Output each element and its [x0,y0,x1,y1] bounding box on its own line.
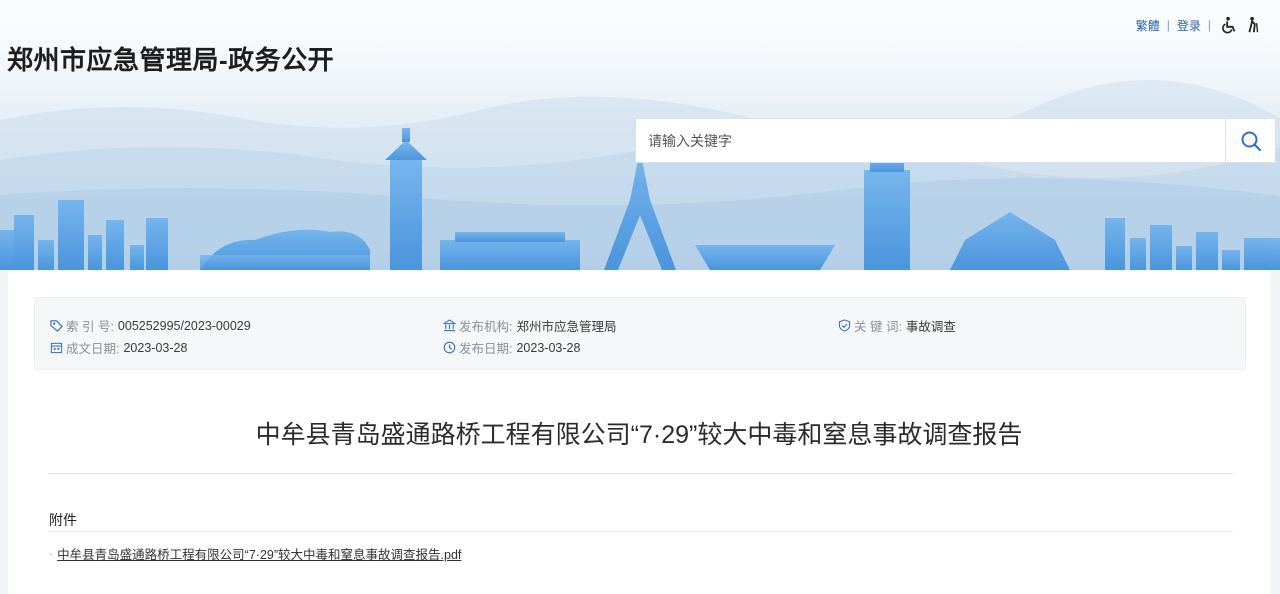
search-bar [635,118,1276,163]
link-separator: | [1207,18,1211,32]
meta-published-value: 2023-03-28 [516,340,581,355]
clock-icon [443,341,456,354]
meta-published-label: 发布日期: [459,342,513,356]
attachment-link[interactable]: 中牟县青岛盛通路桥工程有限公司“7·29”较大中毒和窒息事故调查报告.pdf [57,544,461,563]
top-links: 繁體 | 登录 | [1136,16,1262,34]
header-banner: 郑州市应急管理局-政务公开 繁體 | 登录 | [0,0,1280,270]
content-card: 索 引 号: 005252995/2023-00029 发布机构: 郑州市应急管… [8,270,1270,594]
shield-check-icon [838,319,851,332]
login-link[interactable]: 登录 [1177,17,1201,34]
meta-organization: 发布机构: 郑州市应急管理局 [443,316,617,335]
tag-icon [50,320,63,332]
document-title: 中牟县青岛盛通路桥工程有限公司“7·29”较大中毒和窒息事故调查报告 [255,421,1023,449]
calendar-icon [50,342,63,354]
meta-index-value: 005252995/2023-00029 [117,318,251,333]
meta-organization-value: 郑州市应急管理局 [516,320,617,334]
attachment-item: · 中牟县青岛盛通路桥工程有限公司“7·29”较大中毒和窒息事故调查报告.pdf [49,544,461,563]
wheelchair-icon[interactable] [1220,16,1238,34]
meta-created-label: 成文日期: [66,342,120,356]
meta-index-number: 索 引 号: 005252995/2023-00029 [50,316,251,335]
meta-keywords-label: 关 键 词: [854,320,902,334]
attachments-divider [48,531,1233,532]
government-building-icon [443,319,456,332]
meta-created-value: 2023-03-28 [123,340,188,355]
elder-care-icon[interactable] [1244,16,1262,34]
document-meta-panel: 索 引 号: 005252995/2023-00029 发布机构: 郑州市应急管… [34,297,1246,370]
search-icon [1241,131,1261,151]
search-button[interactable] [1225,119,1275,162]
list-bullet: · [49,546,54,561]
meta-published-date: 发布日期: 2023-03-28 [443,338,580,357]
attachments-heading: 附件 [49,512,77,528]
traditional-chinese-link[interactable]: 繁體 [1136,17,1160,34]
title-divider [48,473,1233,474]
link-separator: | [1166,18,1170,32]
meta-keywords: 关 键 词: 事故调查 [838,316,956,335]
meta-index-label: 索 引 号: [66,320,114,334]
meta-created-date: 成文日期: 2023-03-28 [50,338,187,357]
meta-keywords-value: 事故调查 [905,320,956,334]
site-title: 郑州市应急管理局-政务公开 [7,45,335,75]
meta-organization-label: 发布机构: [459,320,513,334]
search-input[interactable] [636,119,1225,162]
